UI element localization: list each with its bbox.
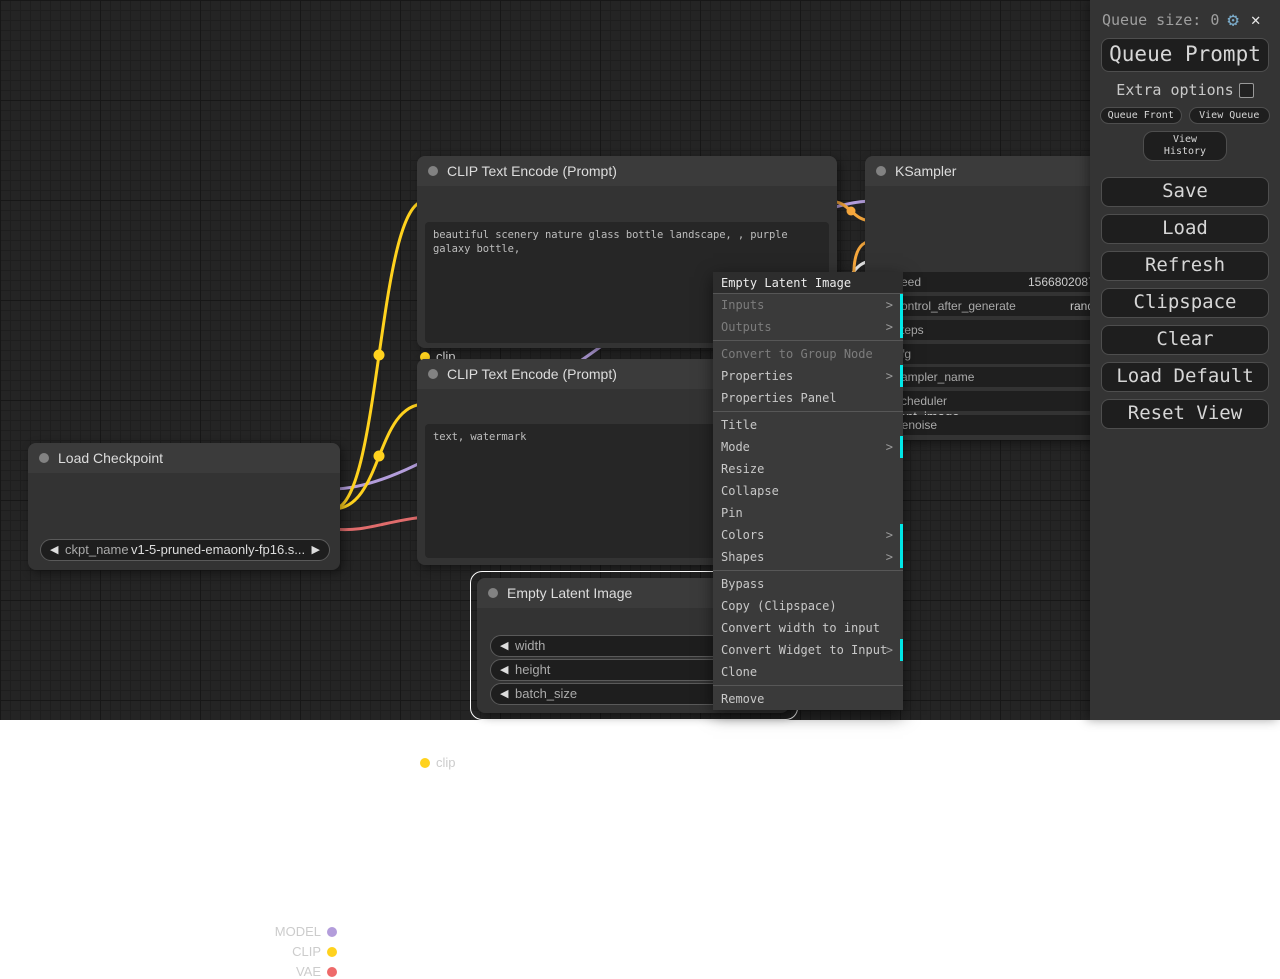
node-title: CLIP Text Encode (Prompt) bbox=[447, 366, 617, 382]
node-title-bar[interactable]: Load Checkpoint bbox=[28, 443, 340, 473]
node-title: Empty Latent Image bbox=[507, 585, 632, 601]
queue-front-button[interactable]: Queue Front bbox=[1100, 107, 1182, 124]
queue-size-value: 0 bbox=[1210, 11, 1219, 29]
view-queue-button[interactable]: View Queue bbox=[1189, 107, 1271, 124]
collapse-dot-icon[interactable] bbox=[428, 166, 438, 176]
extra-options-checkbox[interactable] bbox=[1239, 83, 1254, 98]
collapse-dot-icon[interactable] bbox=[428, 369, 438, 379]
menu-separator bbox=[713, 570, 903, 571]
submenu-arrow-icon: > bbox=[886, 365, 893, 387]
extra-options-label: Extra options bbox=[1116, 81, 1233, 99]
reset-view-button[interactable]: Reset View bbox=[1101, 399, 1269, 429]
output-slot-clip: CLIP bbox=[292, 945, 321, 959]
menu-item-resize[interactable]: Resize bbox=[713, 458, 903, 480]
menu-item-properties[interactable]: Properties> bbox=[713, 365, 903, 387]
output-slot-vae: VAE bbox=[296, 965, 321, 979]
menu-item-outputs: Outputs> bbox=[713, 316, 903, 338]
widget-ckpt-name[interactable]: ◀ ckpt_name v1-5-pruned-emaonly-fp16.s..… bbox=[40, 539, 330, 561]
menu-item-pin[interactable]: Pin bbox=[713, 502, 903, 524]
menu-separator bbox=[713, 685, 903, 686]
menu-item-colors[interactable]: Colors> bbox=[713, 524, 903, 546]
prev-arrow-icon[interactable]: ◀ bbox=[500, 636, 508, 656]
menu-item-collapse[interactable]: Collapse bbox=[713, 480, 903, 502]
submenu-arrow-icon: > bbox=[886, 436, 893, 458]
menu-item-remove[interactable]: Remove bbox=[713, 688, 903, 710]
menu-item-copy-clipspace[interactable]: Copy (Clipspace) bbox=[713, 595, 903, 617]
close-icon[interactable]: ✕ bbox=[1251, 10, 1261, 29]
menu-separator bbox=[713, 340, 903, 341]
menu-item-properties-panel[interactable]: Properties Panel bbox=[713, 387, 903, 409]
context-menu: Empty Latent Image Inputs> Outputs> Conv… bbox=[713, 272, 903, 710]
menu-item-bypass[interactable]: Bypass bbox=[713, 573, 903, 595]
comfy-menu-panel: Queue size: 0 ⚙ ✕ Queue Prompt Extra opt… bbox=[1090, 0, 1280, 720]
node-graph-canvas[interactable]: CLIP Text Encode (Prompt) clip CONDITION… bbox=[0, 0, 1280, 720]
queue-size-label: Queue size: bbox=[1102, 11, 1201, 29]
node-title: CLIP Text Encode (Prompt) bbox=[447, 163, 617, 179]
view-history-button[interactable]: View History bbox=[1143, 131, 1227, 161]
menu-item-shapes[interactable]: Shapes> bbox=[713, 546, 903, 568]
clip-slot-icon[interactable] bbox=[420, 758, 430, 768]
wire-midpoint-dot bbox=[847, 207, 856, 216]
collapse-dot-icon[interactable] bbox=[488, 588, 498, 598]
clear-button[interactable]: Clear bbox=[1101, 325, 1269, 355]
node-title: KSampler bbox=[895, 163, 956, 179]
clipspace-button[interactable]: Clipspace bbox=[1101, 288, 1269, 318]
collapse-dot-icon[interactable] bbox=[39, 453, 49, 463]
menu-item-clone[interactable]: Clone bbox=[713, 661, 903, 683]
context-menu-title: Empty Latent Image bbox=[713, 272, 903, 294]
prev-arrow-icon[interactable]: ◀ bbox=[50, 540, 58, 560]
node-load-checkpoint[interactable]: Load Checkpoint MODEL CLIP VAE ◀ ckpt_na… bbox=[28, 443, 340, 570]
model-slot-icon[interactable] bbox=[327, 927, 337, 937]
collapse-dot-icon[interactable] bbox=[876, 166, 886, 176]
queue-prompt-button[interactable]: Queue Prompt bbox=[1101, 38, 1269, 72]
menu-item-convert-to-group-node: Convert to Group Node bbox=[713, 343, 903, 365]
clip-slot-icon[interactable] bbox=[327, 947, 337, 957]
submenu-arrow-icon: > bbox=[886, 294, 893, 316]
load-default-button[interactable]: Load Default bbox=[1101, 362, 1269, 392]
vae-slot-icon[interactable] bbox=[327, 967, 337, 977]
load-button[interactable]: Load bbox=[1101, 214, 1269, 244]
menu-item-mode[interactable]: Mode> bbox=[713, 436, 903, 458]
wire-midpoint-dot bbox=[374, 350, 385, 361]
submenu-arrow-icon: > bbox=[886, 639, 893, 661]
prev-arrow-icon[interactable]: ◀ bbox=[500, 684, 508, 704]
settings-gear-icon[interactable]: ⚙ bbox=[1227, 12, 1238, 28]
output-slot-model: MODEL bbox=[275, 925, 321, 939]
submenu-arrow-icon: > bbox=[886, 316, 893, 338]
input-slot-clip: clip bbox=[436, 756, 456, 770]
save-button[interactable]: Save bbox=[1101, 177, 1269, 207]
menu-item-convert-width-to-input[interactable]: Convert width to input bbox=[713, 617, 903, 639]
node-title: Load Checkpoint bbox=[58, 450, 163, 466]
menu-item-convert-widget-to-input[interactable]: Convert Widget to Input> bbox=[713, 639, 903, 661]
submenu-arrow-icon: > bbox=[886, 524, 893, 546]
next-arrow-icon[interactable]: ▶ bbox=[312, 540, 320, 560]
wire-midpoint-dot bbox=[374, 451, 385, 462]
menu-item-title[interactable]: Title bbox=[713, 414, 903, 436]
menu-item-inputs: Inputs> bbox=[713, 294, 903, 316]
prev-arrow-icon[interactable]: ◀ bbox=[500, 660, 508, 680]
refresh-button[interactable]: Refresh bbox=[1101, 251, 1269, 281]
node-title-bar[interactable]: CLIP Text Encode (Prompt) bbox=[417, 156, 837, 186]
submenu-arrow-icon: > bbox=[886, 546, 893, 568]
menu-separator bbox=[713, 411, 903, 412]
